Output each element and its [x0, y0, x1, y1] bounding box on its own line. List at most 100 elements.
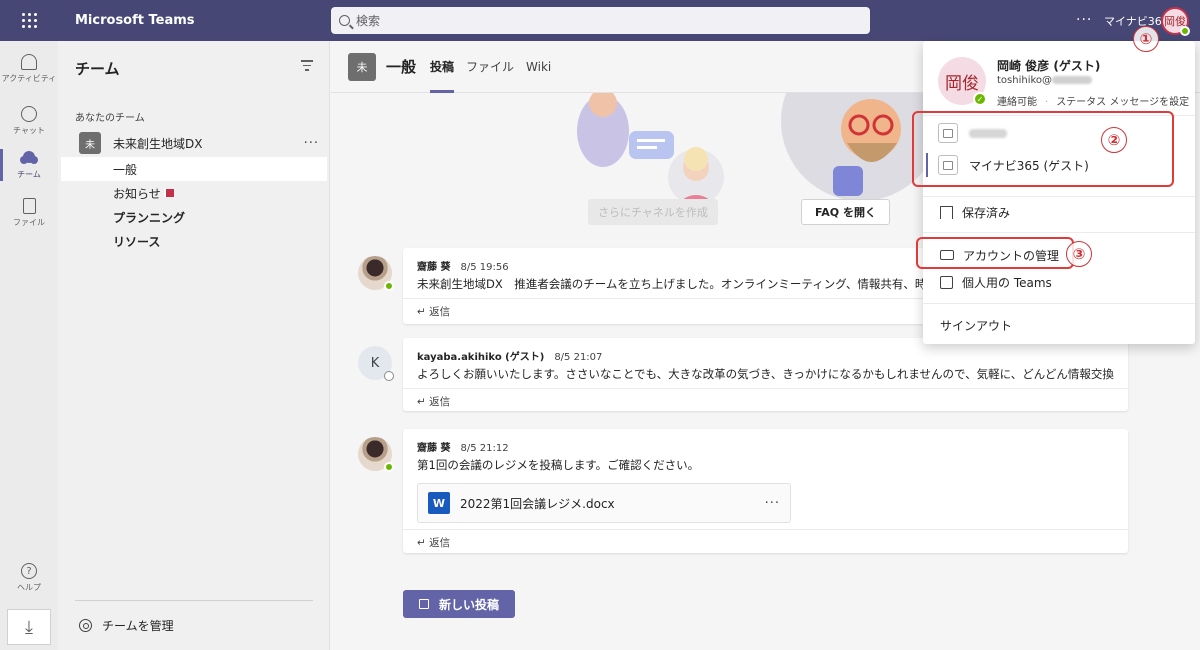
channel-label: お知らせ: [113, 186, 161, 201]
rail-label: チャット: [13, 126, 45, 135]
external-link-icon: [940, 275, 953, 289]
create-channel-button[interactable]: さらにチャネルを作成: [588, 199, 718, 225]
file-attachment[interactable]: W 2022第1回会議レジメ.docx ···: [417, 483, 791, 523]
account-menu: 岡俊 ✓ 岡崎 俊彦 (ゲスト) toshihiko@ 連絡可能 · ステータス メ…: [923, 41, 1195, 344]
more-options-button[interactable]: ···: [1076, 12, 1092, 28]
post-author[interactable]: 齋藤 葵: [417, 443, 450, 454]
rail-label: チーム: [17, 170, 41, 179]
menu-label: 保存済み: [962, 205, 1011, 220]
download-icon[interactable]: ⤓: [7, 609, 51, 645]
annotation-callout-3: ③: [1066, 241, 1092, 267]
avatar[interactable]: K: [358, 346, 394, 381]
presence-available-icon: [384, 462, 394, 472]
manage-teams-button[interactable]: チームを管理: [79, 617, 174, 634]
post-item: 齋藤 葵 8/5 21:12 第1回の会議のレジメを投稿します。ご確認ください。 …: [403, 429, 1128, 553]
rail-label: アクティビティ: [1, 74, 57, 83]
divider: [923, 196, 1195, 197]
menu-avatar[interactable]: 岡俊 ✓: [938, 57, 987, 106]
annotation-box-3: [916, 237, 1074, 269]
gear-icon: [79, 619, 92, 632]
chat-icon: [21, 106, 37, 122]
open-faq-button[interactable]: FAQ を開く: [801, 199, 890, 225]
rail-chat[interactable]: チャット: [0, 97, 58, 145]
annotation-callout-2: ②: [1101, 127, 1127, 153]
post-item: kayaba.akihiko (ゲスト) 8/5 21:07 よろしくお願いいたし…: [403, 338, 1128, 411]
rail-label: ヘルプ: [17, 583, 41, 592]
search-placeholder: 検索: [356, 14, 381, 28]
presence-available-icon: [384, 281, 394, 291]
post-author[interactable]: 齋藤 葵: [417, 262, 450, 273]
team-name: 未来創生地域DX: [113, 136, 203, 151]
set-status-message[interactable]: ステータス メッセージを設定: [1056, 97, 1189, 108]
sign-out-menu-item[interactable]: サインアウト: [923, 312, 1195, 338]
bell-icon: [21, 54, 37, 70]
rail-activity[interactable]: アクティビティ: [0, 45, 58, 93]
panel-title: チーム: [75, 60, 120, 78]
status-line: 連絡可能 · ステータス メッセージを設定: [997, 97, 1190, 108]
app-rail: アクティビティ チャット チーム ファイル ? ヘルプ ⤓: [0, 41, 58, 650]
new-post-label: 新しい投稿: [438, 597, 499, 612]
annotation-callout-1: ①: [1133, 26, 1159, 52]
presence-available-icon: [1180, 26, 1190, 36]
post-time: 8/5 21:07: [554, 352, 603, 363]
file-more-button[interactable]: ···: [765, 496, 780, 511]
rail-label: ファイル: [13, 218, 45, 227]
channel-planning[interactable]: プランニング: [61, 205, 327, 229]
status-available[interactable]: 連絡可能: [997, 97, 1037, 108]
reply-button[interactable]: ↵ 返信: [403, 529, 1128, 555]
tab-posts[interactable]: 投稿: [430, 41, 455, 93]
rail-help[interactable]: ? ヘルプ: [0, 554, 58, 602]
channel-label: リソース: [113, 234, 161, 249]
reply-label: 返信: [429, 306, 451, 318]
channel-announcements[interactable]: お知らせ: [61, 181, 327, 205]
saved-menu-item[interactable]: 保存済み: [923, 199, 1195, 225]
filter-icon[interactable]: [301, 60, 313, 71]
channel-label: プランニング: [113, 210, 186, 225]
post-text: 第1回の会議のレジメを投稿します。ご確認ください。: [417, 458, 700, 472]
compose-icon: [418, 599, 429, 609]
channel-general[interactable]: 一般: [61, 157, 327, 181]
post-author[interactable]: kayaba.akihiko (ゲスト): [417, 352, 544, 363]
redacted-email: [1052, 76, 1093, 84]
team-more-button[interactable]: ···: [304, 136, 319, 151]
profile-avatar-button[interactable]: 岡俊: [1161, 7, 1190, 36]
title-bar: Microsoft Teams 検索 ··· マイナビ365 岡俊: [0, 0, 1200, 41]
account-email: toshihiko@: [997, 75, 1093, 86]
file-name: 2022第1回会議レジメ.docx: [460, 496, 615, 511]
word-file-icon: W: [428, 492, 450, 514]
post-time: 8/5 19:56: [460, 262, 509, 273]
avatar[interactable]: [358, 256, 394, 291]
welcome-illustration: [577, 81, 931, 205]
divider: [75, 600, 313, 601]
org-name[interactable]: マイナビ365: [1104, 13, 1169, 29]
channel-title: 一般: [386, 58, 417, 76]
tab-wiki[interactable]: Wiki: [526, 41, 551, 93]
manage-label: チームを管理: [102, 619, 174, 633]
reply-label: 返信: [429, 537, 451, 549]
divider: [923, 303, 1195, 304]
presence-available-icon: ✓: [973, 92, 987, 106]
teams-icon: [21, 150, 37, 166]
rail-files[interactable]: ファイル: [0, 189, 58, 237]
personal-teams-menu-item[interactable]: 個人用の Teams: [923, 269, 1195, 295]
help-icon: ?: [21, 563, 37, 579]
section-header: あなたのチーム: [75, 113, 145, 124]
app-title: Microsoft Teams: [75, 13, 195, 28]
search-input[interactable]: 検索: [331, 7, 870, 34]
file-icon: [22, 198, 36, 214]
team-item[interactable]: 未 未来創生地域DX ···: [79, 131, 319, 155]
app-launcher-icon[interactable]: [0, 0, 58, 41]
menu-label: サインアウト: [940, 318, 1013, 333]
bookmark-icon: [940, 205, 953, 219]
email-text: toshihiko@: [997, 75, 1053, 86]
account-name: 岡崎 俊彦 (ゲスト): [997, 59, 1101, 73]
avatar[interactable]: [358, 437, 394, 472]
channel-team-icon: 未: [348, 52, 376, 81]
presence-offline-icon: [384, 371, 394, 381]
flag-icon: [163, 189, 174, 197]
rail-teams[interactable]: チーム: [0, 141, 58, 189]
channel-resources[interactable]: リソース: [61, 229, 327, 253]
new-post-button[interactable]: 新しい投稿: [403, 590, 515, 618]
tab-files[interactable]: ファイル: [466, 41, 514, 93]
reply-button[interactable]: ↵ 返信: [403, 388, 1128, 414]
